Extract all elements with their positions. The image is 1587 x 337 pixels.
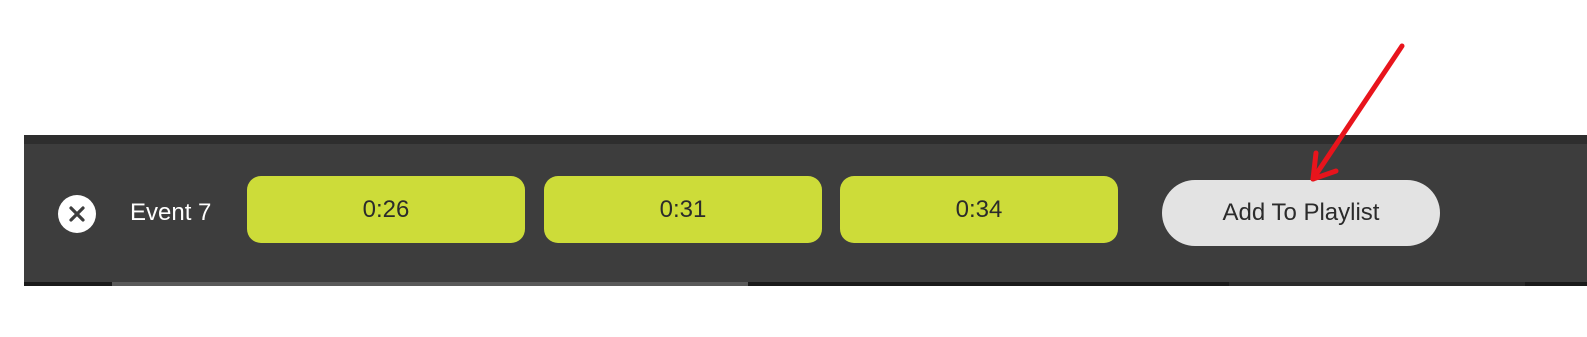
timeline-segment: [1229, 282, 1525, 286]
close-icon: [69, 206, 85, 222]
event-label: Event 7: [130, 199, 212, 226]
event-bar: Event 7 0:26 0:31 0:34 Add To Playlist: [24, 135, 1587, 286]
timeline-segment: [112, 282, 748, 286]
add-to-playlist-button[interactable]: Add To Playlist: [1162, 180, 1440, 246]
bar-top-border: [24, 135, 1587, 144]
timestamp-button[interactable]: 0:34: [840, 176, 1118, 243]
timestamp-button[interactable]: 0:26: [247, 176, 525, 243]
close-button[interactable]: [58, 195, 96, 233]
timestamp-button[interactable]: 0:31: [544, 176, 822, 243]
